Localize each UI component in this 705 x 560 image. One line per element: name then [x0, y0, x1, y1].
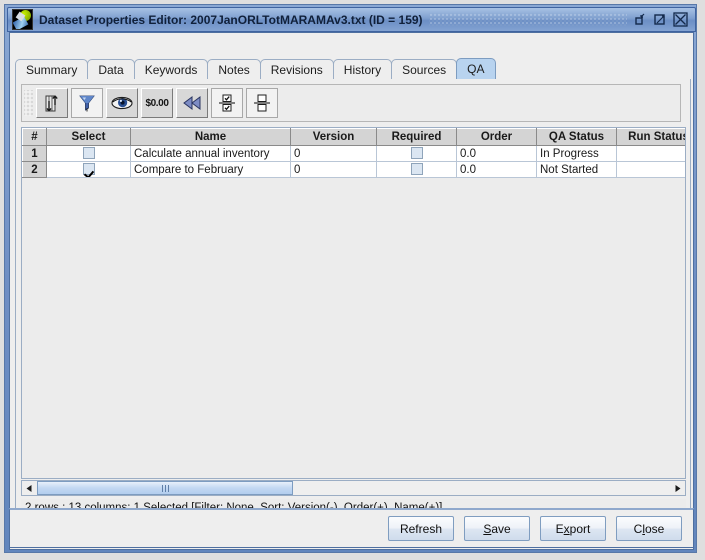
toolbar-drag-handle[interactable] [24, 90, 33, 116]
split-view-icon[interactable] [246, 88, 278, 118]
cell-select[interactable] [46, 145, 131, 162]
scroll-left-arrow-icon[interactable] [22, 481, 37, 495]
column-chooser-icon[interactable] [36, 88, 68, 118]
table-row[interactable]: 2 Compare to February 0 0.0 Not Started … [22, 161, 685, 178]
dataset-properties-editor-window: Dataset Properties Editor: 2007JanORLTot… [4, 4, 697, 553]
tab-label: Sources [402, 62, 447, 77]
tab-data[interactable]: Data [87, 59, 135, 79]
save-button[interactable]: Save [464, 516, 530, 541]
filter-funnel-icon[interactable] [71, 88, 103, 118]
cell-required[interactable] [376, 161, 457, 178]
table-row[interactable]: 1 Calculate annual inventory 0 0.0 In Pr… [22, 145, 685, 162]
close-button[interactable]: Close [616, 516, 682, 541]
col-header-select[interactable]: Select [46, 128, 131, 146]
col-header-name[interactable]: Name [130, 128, 291, 146]
save-label: Save [483, 521, 511, 536]
window-content-area: Summary Data Keywords Notes Revisions Hi… [9, 32, 694, 550]
cell-qa-status: In Progress [536, 145, 617, 162]
cell-order: 0.0 [456, 161, 537, 178]
cell-version: 0 [290, 161, 377, 178]
select-all-rows-icon[interactable] [211, 88, 243, 118]
tab-summary[interactable]: Summary [15, 59, 89, 79]
tab-label: Revisions [270, 62, 323, 77]
tab-revisions[interactable]: Revisions [259, 59, 334, 79]
required-checkbox[interactable] [410, 163, 423, 176]
tab-label: QA [467, 62, 485, 76]
export-label: Export [555, 521, 591, 536]
scrollbar-thumb[interactable] [37, 481, 294, 495]
tab-keywords[interactable]: Keywords [133, 59, 209, 79]
tab-label: Keywords [144, 62, 198, 77]
tab-label: Summary [26, 62, 78, 77]
scroll-right-arrow-icon[interactable] [670, 481, 685, 495]
qa-table: # Select Name Version Required Order QA … [22, 128, 685, 178]
scrollbar-grip-icon [161, 484, 169, 492]
tab-label: Data [98, 62, 124, 77]
screen-root: Dataset Properties Editor: 2007JanORLTot… [0, 0, 705, 560]
qa-toolbar: $0.00 [21, 84, 681, 122]
export-button[interactable]: Export [540, 516, 606, 541]
window-controls [633, 12, 688, 27]
minimize-icon[interactable] [633, 12, 648, 27]
tab-sources[interactable]: Sources [391, 59, 458, 79]
tab-label: Notes [218, 62, 250, 77]
select-checkbox[interactable] [82, 147, 95, 160]
cell-name: Calculate annual inventory [130, 145, 291, 162]
required-checkbox[interactable] [410, 147, 423, 160]
col-header-rownum[interactable]: # [22, 128, 47, 146]
currency-format-icon[interactable]: $0.00 [141, 88, 173, 118]
col-header-qa-status[interactable]: QA Status [536, 128, 617, 146]
cell-required[interactable] [376, 145, 457, 162]
rewind-first-icon[interactable] [176, 88, 208, 118]
qa-tab-panel: $0.00 # Select Name Version Required Ord… [15, 79, 691, 546]
titlebar-grip [428, 13, 627, 26]
col-header-run-status[interactable]: Run Status [616, 128, 685, 146]
close-icon[interactable] [673, 12, 688, 27]
tab-label: History [343, 62, 382, 77]
maximize-icon[interactable] [653, 12, 668, 27]
row-number[interactable]: 1 [22, 145, 47, 162]
row-number[interactable]: 2 [22, 161, 47, 178]
eye-view-icon[interactable] [106, 88, 138, 118]
tab-history[interactable]: History [332, 59, 393, 79]
col-header-required[interactable]: Required [376, 128, 457, 146]
window-titlebar[interactable]: Dataset Properties Editor: 2007JanORLTot… [7, 7, 696, 32]
cell-order: 0.0 [456, 145, 537, 162]
cell-select[interactable] [46, 161, 131, 178]
microscope-icon [12, 9, 33, 30]
cell-qa-status: Not Started [536, 161, 617, 178]
tab-bar: Summary Data Keywords Notes Revisions Hi… [15, 57, 691, 79]
cell-version: 0 [290, 145, 377, 162]
window-title: Dataset Properties Editor: 2007JanORLTot… [39, 12, 423, 27]
col-header-version[interactable]: Version [290, 128, 377, 146]
refresh-button[interactable]: Refresh [387, 516, 454, 541]
table-horizontal-scrollbar[interactable] [21, 480, 686, 496]
close-label: Close [633, 521, 665, 536]
table-header-row: # Select Name Version Required Order QA … [22, 128, 685, 146]
dialog-button-bar: Refresh Save Export Close [9, 508, 694, 548]
cell-run-status [616, 161, 685, 178]
currency-label: $0.00 [145, 97, 169, 109]
cell-name: Compare to February [130, 161, 291, 178]
select-checkbox[interactable] [82, 163, 95, 176]
refresh-label: Refresh [399, 521, 442, 536]
tab-qa[interactable]: QA [456, 58, 496, 79]
col-header-order[interactable]: Order [456, 128, 537, 146]
qa-table-scroll-area: # Select Name Version Required Order QA … [21, 127, 686, 479]
cell-run-status [616, 145, 685, 162]
scrollbar-track[interactable] [37, 481, 670, 495]
tab-notes[interactable]: Notes [207, 59, 261, 79]
